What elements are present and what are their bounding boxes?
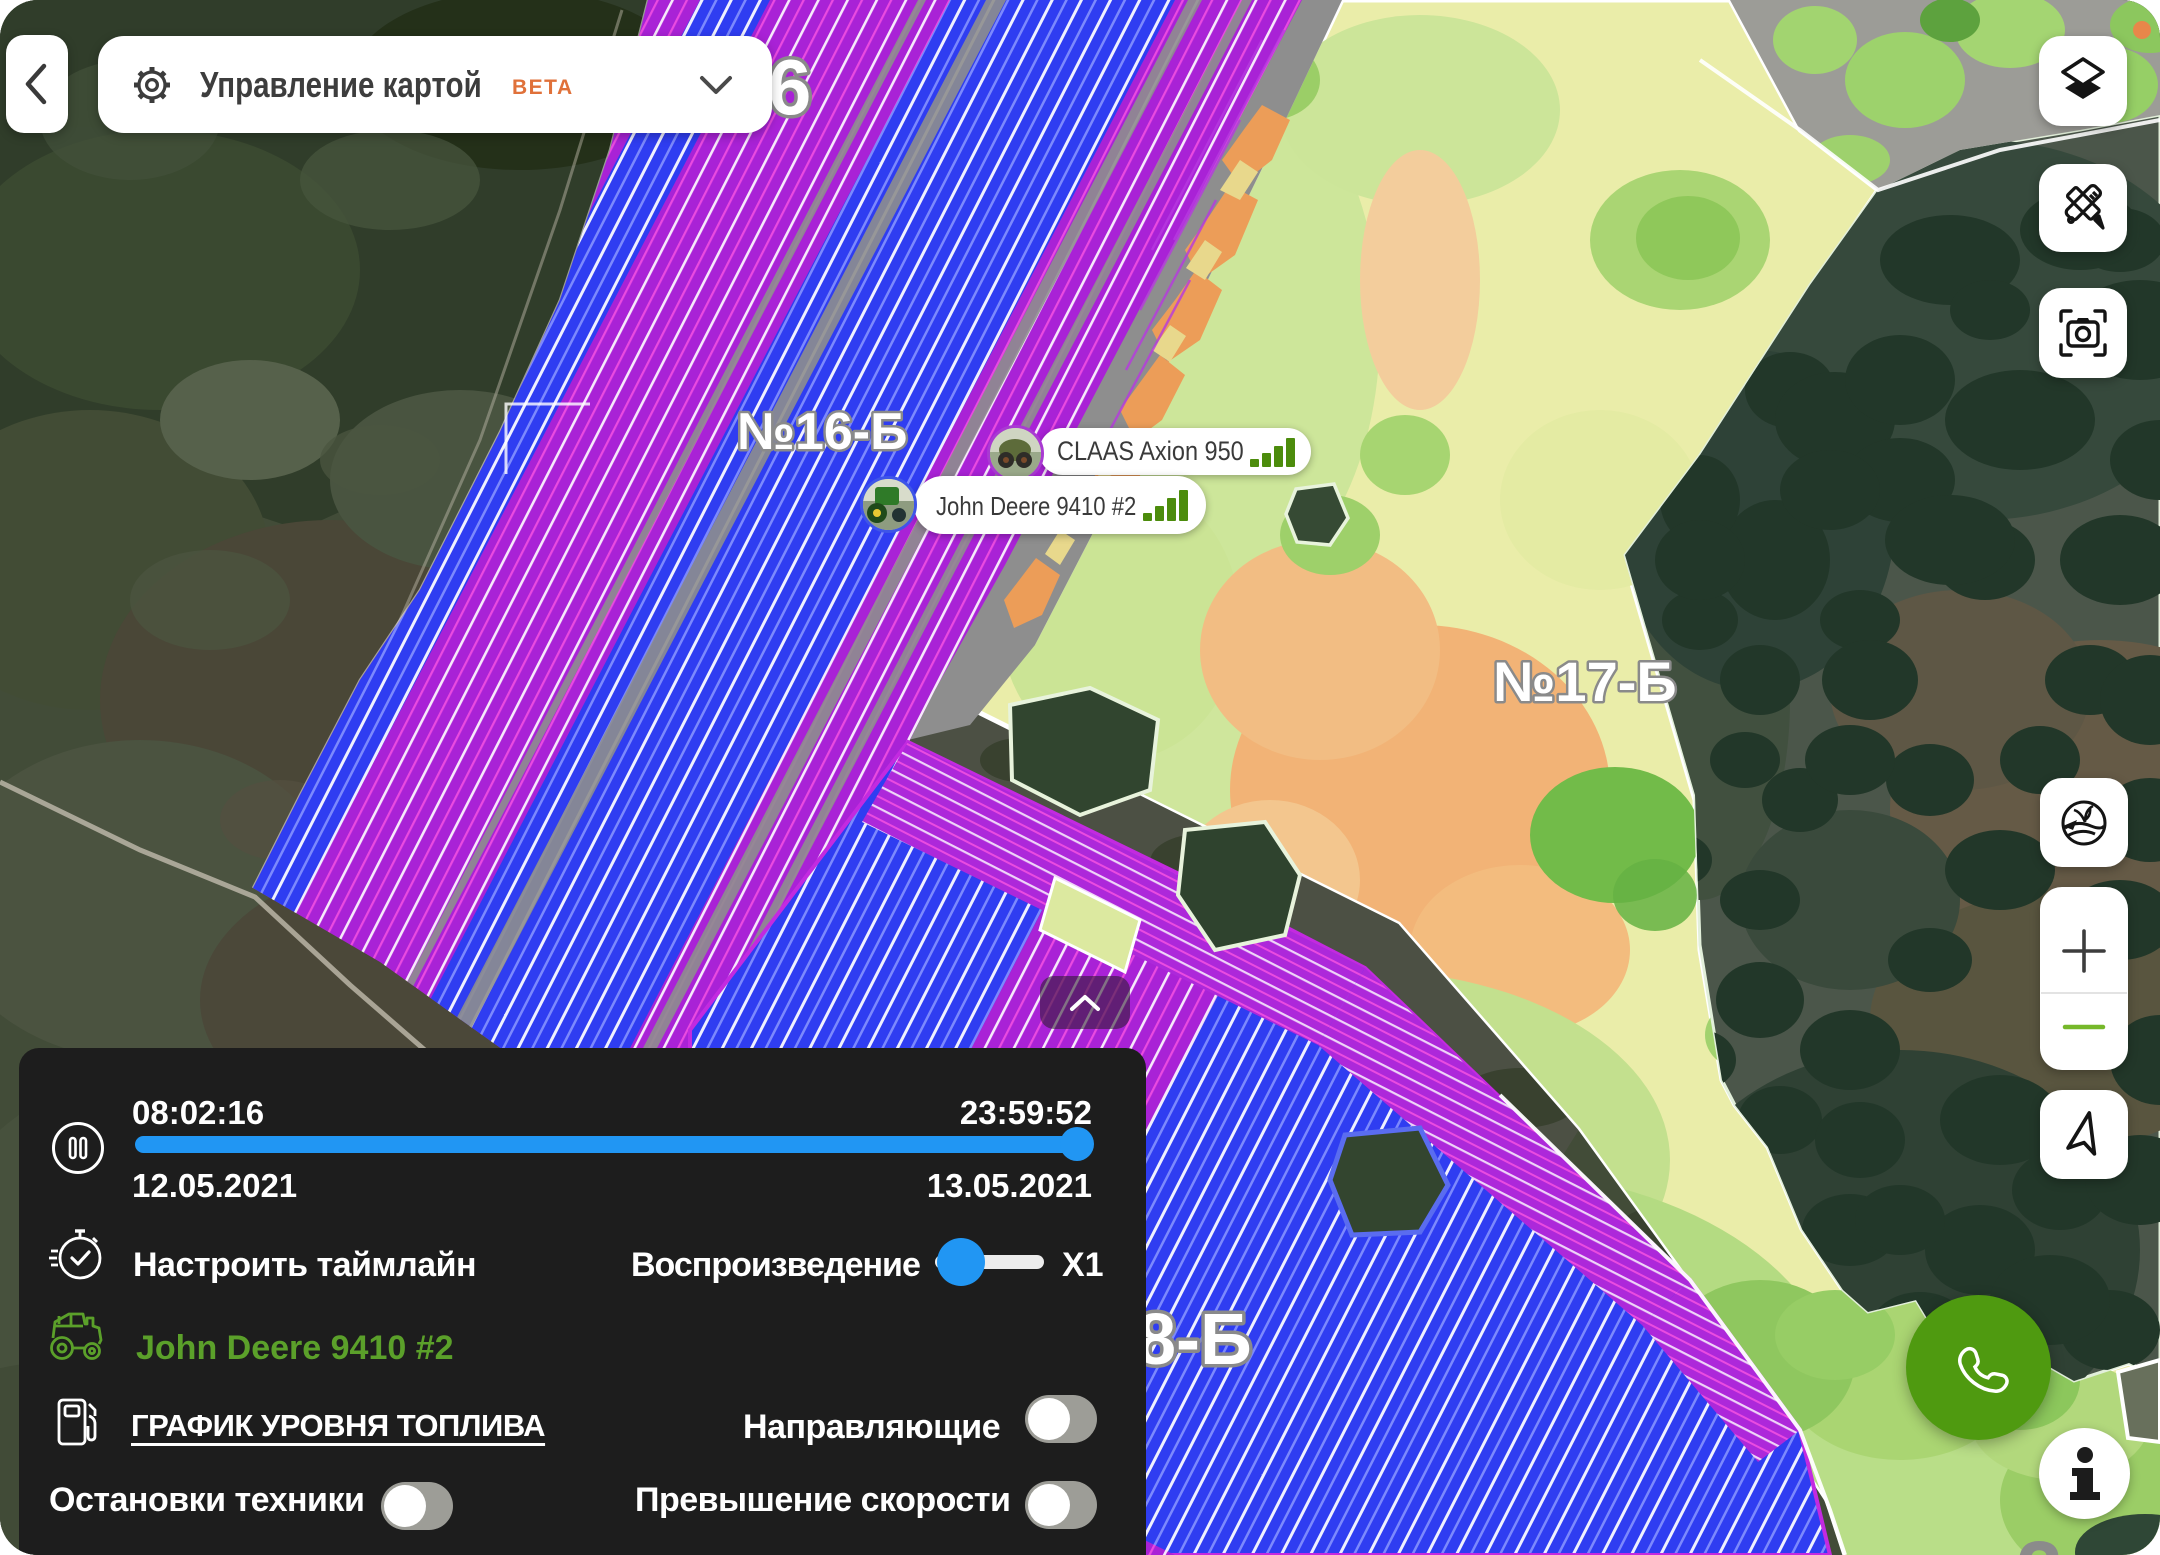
svg-text:2: 2	[2016, 1524, 2063, 1555]
svg-text:8-Б: 8-Б	[1136, 1300, 1252, 1380]
svg-text:6: 6	[768, 43, 811, 131]
svg-text:№17-Б: №17-Б	[1493, 650, 1677, 713]
svg-text:№16-Б: №16-Б	[737, 403, 908, 461]
